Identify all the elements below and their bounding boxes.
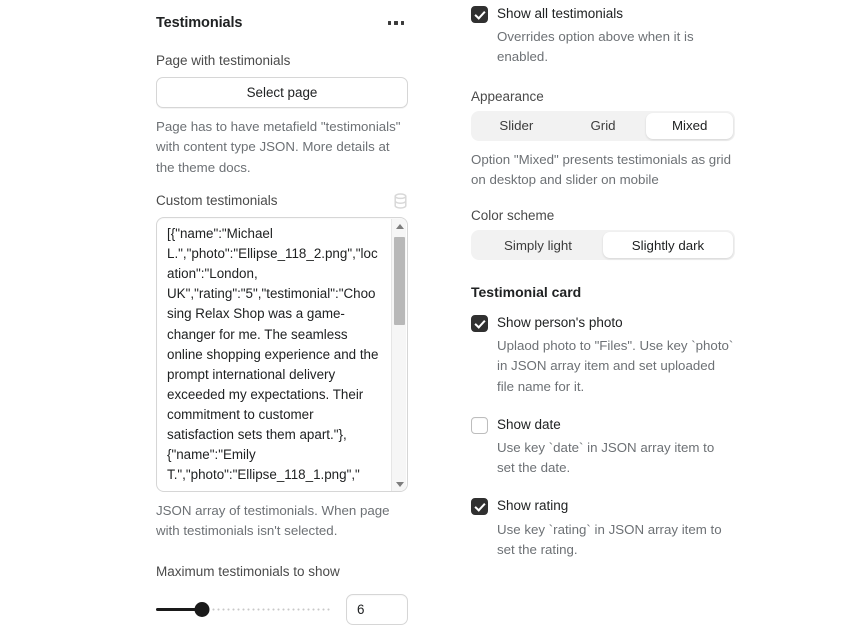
show-photo-checkbox[interactable] (471, 315, 488, 333)
appearance-group: Appearance Slider Grid Mixed Option "Mix… (471, 89, 735, 190)
color-scheme-label: Color scheme (471, 208, 555, 224)
appearance-option-mixed[interactable]: Mixed (646, 112, 734, 139)
show-photo-group: Show person's photo Uplaod photo to "Fil… (471, 314, 735, 397)
show-rating-help: Use key `rating` in JSON array item to s… (497, 521, 722, 557)
show-all-testimonials-row[interactable]: Show all testimonials (471, 5, 735, 23)
appearance-option-slider[interactable]: Slider (473, 113, 560, 139)
settings-panel: Testimonials Page with testimonials Sele… (0, 0, 852, 630)
select-page-button[interactable]: Select page (156, 77, 408, 109)
show-rating-group: Show rating Use key `rating` in JSON arr… (471, 497, 735, 560)
page-title: Testimonials (156, 15, 243, 31)
textarea-scrollbar[interactable] (391, 219, 406, 492)
kebab-dot (400, 21, 404, 25)
show-date-label: Show date (497, 416, 561, 432)
scrollbar-thumb[interactable] (394, 237, 405, 326)
max-testimonials-input[interactable] (346, 593, 408, 625)
kebab-menu-icon[interactable] (384, 15, 409, 31)
custom-testimonials-textarea-wrapper (156, 217, 408, 493)
page-with-testimonials-label: Page with testimonials (156, 53, 291, 68)
page-help-text: Page has to have metafield "testimonials… (156, 119, 401, 175)
panel-header: Testimonials (156, 0, 408, 38)
slider-thumb[interactable] (194, 602, 210, 618)
kebab-dot (387, 21, 391, 25)
custom-testimonials-input[interactable] (167, 224, 379, 492)
scroll-down-icon[interactable] (392, 477, 407, 491)
appearance-help: Option "Mixed" presents testimonials as … (471, 151, 731, 187)
show-photo-help: Uplaod photo to "Files". Use key `photo`… (497, 338, 734, 394)
left-column: Testimonials Page with testimonials Sele… (156, 0, 408, 625)
show-all-testimonials-help: Overrides option above when it is enable… (497, 29, 694, 65)
database-icon[interactable] (393, 193, 408, 209)
show-rating-checkbox[interactable] (471, 498, 488, 516)
max-testimonials-label: Maximum testimonials to show (156, 564, 340, 580)
appearance-label: Appearance (471, 88, 544, 104)
color-scheme-segmented-control[interactable]: Simply light Slightly dark (471, 230, 735, 261)
appearance-segmented-control[interactable]: Slider Grid Mixed (471, 110, 735, 141)
show-date-checkbox[interactable] (471, 416, 488, 434)
custom-testimonials-label-row: Custom testimonials (156, 192, 408, 210)
custom-testimonials-help: JSON array of testimonials. When page wi… (156, 503, 390, 539)
color-scheme-option-simply-light[interactable]: Simply light (473, 232, 603, 258)
max-testimonials-row (156, 593, 408, 625)
show-all-testimonials-checkbox[interactable] (471, 6, 488, 23)
show-date-row[interactable]: Show date (471, 416, 735, 434)
show-rating-label: Show rating (497, 498, 569, 514)
kebab-dot (394, 21, 398, 25)
max-testimonials-slider[interactable] (156, 598, 332, 620)
show-all-testimonials-label: Show all testimonials (497, 6, 624, 21)
show-date-help: Use key `date` in JSON array item to set… (497, 440, 715, 476)
color-scheme-option-slightly-dark[interactable]: Slightly dark (603, 232, 733, 259)
show-photo-row[interactable]: Show person's photo (471, 314, 735, 333)
appearance-option-grid[interactable]: Grid (560, 113, 647, 139)
show-rating-row[interactable]: Show rating (471, 497, 735, 516)
custom-testimonials-label: Custom testimonials (156, 192, 278, 208)
right-column: Show all testimonials Overrides option a… (471, 0, 735, 560)
color-scheme-group: Color scheme Simply light Slightly dark (471, 208, 735, 261)
scroll-up-icon[interactable] (392, 219, 407, 234)
testimonial-card-heading: Testimonial card (471, 284, 582, 301)
show-photo-label: Show person's photo (497, 315, 623, 331)
show-date-group: Show date Use key `date` in JSON array i… (471, 416, 735, 479)
